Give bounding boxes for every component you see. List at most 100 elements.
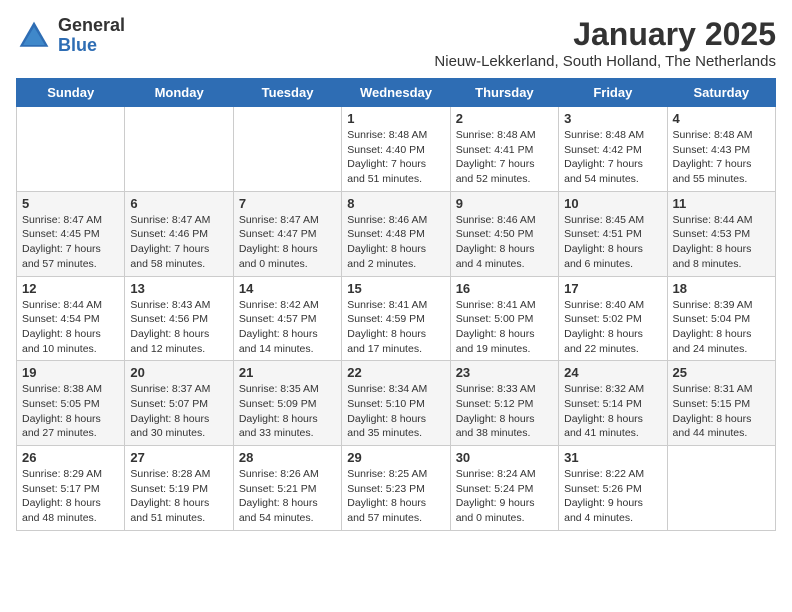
day-cell: 3 Sunrise: 8:48 AM Sunset: 4:42 PM Daylig… <box>559 107 667 192</box>
day-cell: 31 Sunrise: 8:22 AM Sunset: 5:26 PM Dayli… <box>559 446 667 531</box>
day-number: 17 <box>564 281 661 296</box>
day-number: 19 <box>22 365 119 380</box>
day-cell <box>125 107 233 192</box>
day-info: Sunrise: 8:44 AM Sunset: 4:53 PM Dayligh… <box>673 213 770 272</box>
day-info: Sunrise: 8:24 AM Sunset: 5:24 PM Dayligh… <box>456 467 553 526</box>
day-info: Sunrise: 8:47 AM Sunset: 4:45 PM Dayligh… <box>22 213 119 272</box>
day-cell: 21 Sunrise: 8:35 AM Sunset: 5:09 PM Dayli… <box>233 361 341 446</box>
day-info: Sunrise: 8:48 AM Sunset: 4:41 PM Dayligh… <box>456 128 553 187</box>
day-info: Sunrise: 8:45 AM Sunset: 4:51 PM Dayligh… <box>564 213 661 272</box>
day-number: 21 <box>239 365 336 380</box>
day-info: Sunrise: 8:33 AM Sunset: 5:12 PM Dayligh… <box>456 382 553 441</box>
weekday-thursday: Thursday <box>450 79 558 107</box>
day-info: Sunrise: 8:32 AM Sunset: 5:14 PM Dayligh… <box>564 382 661 441</box>
logo-text: General Blue <box>58 16 125 56</box>
day-cell: 22 Sunrise: 8:34 AM Sunset: 5:10 PM Dayli… <box>342 361 450 446</box>
day-number: 20 <box>130 365 227 380</box>
day-info: Sunrise: 8:37 AM Sunset: 5:07 PM Dayligh… <box>130 382 227 441</box>
weekday-wednesday: Wednesday <box>342 79 450 107</box>
day-number: 29 <box>347 450 444 465</box>
day-number: 2 <box>456 111 553 126</box>
day-cell: 25 Sunrise: 8:31 AM Sunset: 5:15 PM Dayli… <box>667 361 775 446</box>
day-number: 26 <box>22 450 119 465</box>
day-number: 25 <box>673 365 770 380</box>
day-number: 28 <box>239 450 336 465</box>
day-cell: 18 Sunrise: 8:39 AM Sunset: 5:04 PM Dayli… <box>667 276 775 361</box>
day-cell: 7Sunrise: 8:47 AM Sunset: 4:47 PM Daylig… <box>233 191 341 276</box>
day-cell: 12Sunrise: 8:44 AM Sunset: 4:54 PM Dayli… <box>17 276 125 361</box>
day-info: Sunrise: 8:41 AM Sunset: 4:59 PM Dayligh… <box>347 298 444 357</box>
day-cell: 6 Sunrise: 8:47 AM Sunset: 4:46 PM Daylig… <box>125 191 233 276</box>
day-number: 30 <box>456 450 553 465</box>
day-cell <box>17 107 125 192</box>
week-row-1: 1Sunrise: 8:48 AM Sunset: 4:40 PM Daylig… <box>17 107 776 192</box>
day-number: 16 <box>456 281 553 296</box>
day-info: Sunrise: 8:46 AM Sunset: 4:48 PM Dayligh… <box>347 213 444 272</box>
day-number: 10 <box>564 196 661 211</box>
day-cell: 13Sunrise: 8:43 AM Sunset: 4:56 PM Dayli… <box>125 276 233 361</box>
day-cell: 28 Sunrise: 8:26 AM Sunset: 5:21 PM Dayli… <box>233 446 341 531</box>
weekday-saturday: Saturday <box>667 79 775 107</box>
day-info: Sunrise: 8:46 AM Sunset: 4:50 PM Dayligh… <box>456 213 553 272</box>
title-block: January 2025 Nieuw-Lekkerland, South Hol… <box>434 16 776 70</box>
day-number: 9 <box>456 196 553 211</box>
day-number: 18 <box>673 281 770 296</box>
weekday-header-row: SundayMondayTuesdayWednesdayThursdayFrid… <box>17 79 776 107</box>
day-number: 3 <box>564 111 661 126</box>
day-info: Sunrise: 8:42 AM Sunset: 4:57 PM Dayligh… <box>239 298 336 357</box>
day-cell: 27Sunrise: 8:28 AM Sunset: 5:19 PM Dayli… <box>125 446 233 531</box>
day-number: 31 <box>564 450 661 465</box>
day-info: Sunrise: 8:39 AM Sunset: 5:04 PM Dayligh… <box>673 298 770 357</box>
day-info: Sunrise: 8:29 AM Sunset: 5:17 PM Dayligh… <box>22 467 119 526</box>
day-info: Sunrise: 8:22 AM Sunset: 5:26 PM Dayligh… <box>564 467 661 526</box>
day-info: Sunrise: 8:41 AM Sunset: 5:00 PM Dayligh… <box>456 298 553 357</box>
week-row-4: 19 Sunrise: 8:38 AM Sunset: 5:05 PM Dayli… <box>17 361 776 446</box>
weekday-sunday: Sunday <box>17 79 125 107</box>
week-row-3: 12Sunrise: 8:44 AM Sunset: 4:54 PM Dayli… <box>17 276 776 361</box>
month-title: January 2025 <box>434 16 776 53</box>
day-cell: 1Sunrise: 8:48 AM Sunset: 4:40 PM Daylig… <box>342 107 450 192</box>
day-info: Sunrise: 8:47 AM Sunset: 4:46 PM Dayligh… <box>130 213 227 272</box>
day-cell: 17Sunrise: 8:40 AM Sunset: 5:02 PM Dayli… <box>559 276 667 361</box>
day-info: Sunrise: 8:48 AM Sunset: 4:43 PM Dayligh… <box>673 128 770 187</box>
logo-general: General <box>58 16 125 36</box>
day-cell: 24Sunrise: 8:32 AM Sunset: 5:14 PM Dayli… <box>559 361 667 446</box>
day-number: 6 <box>130 196 227 211</box>
day-number: 1 <box>347 111 444 126</box>
day-info: Sunrise: 8:44 AM Sunset: 4:54 PM Dayligh… <box>22 298 119 357</box>
day-cell: 15 Sunrise: 8:41 AM Sunset: 4:59 PM Dayli… <box>342 276 450 361</box>
day-cell: 29 Sunrise: 8:25 AM Sunset: 5:23 PM Dayli… <box>342 446 450 531</box>
weekday-tuesday: Tuesday <box>233 79 341 107</box>
day-cell: 14Sunrise: 8:42 AM Sunset: 4:57 PM Dayli… <box>233 276 341 361</box>
day-info: Sunrise: 8:25 AM Sunset: 5:23 PM Dayligh… <box>347 467 444 526</box>
day-cell: 8 Sunrise: 8:46 AM Sunset: 4:48 PM Daylig… <box>342 191 450 276</box>
day-cell: 19 Sunrise: 8:38 AM Sunset: 5:05 PM Dayli… <box>17 361 125 446</box>
week-row-2: 5 Sunrise: 8:47 AM Sunset: 4:45 PM Daylig… <box>17 191 776 276</box>
day-number: 22 <box>347 365 444 380</box>
day-info: Sunrise: 8:38 AM Sunset: 5:05 PM Dayligh… <box>22 382 119 441</box>
day-cell: 20 Sunrise: 8:37 AM Sunset: 5:07 PM Dayli… <box>125 361 233 446</box>
weekday-friday: Friday <box>559 79 667 107</box>
logo-blue: Blue <box>58 36 125 56</box>
location-subtitle: Nieuw-Lekkerland, South Holland, The Net… <box>434 53 776 70</box>
calendar-table: SundayMondayTuesdayWednesdayThursdayFrid… <box>16 78 776 531</box>
day-info: Sunrise: 8:31 AM Sunset: 5:15 PM Dayligh… <box>673 382 770 441</box>
day-number: 11 <box>673 196 770 211</box>
day-info: Sunrise: 8:26 AM Sunset: 5:21 PM Dayligh… <box>239 467 336 526</box>
day-info: Sunrise: 8:48 AM Sunset: 4:42 PM Dayligh… <box>564 128 661 187</box>
day-info: Sunrise: 8:34 AM Sunset: 5:10 PM Dayligh… <box>347 382 444 441</box>
weekday-monday: Monday <box>125 79 233 107</box>
day-number: 8 <box>347 196 444 211</box>
day-number: 27 <box>130 450 227 465</box>
day-cell: 9 Sunrise: 8:46 AM Sunset: 4:50 PM Daylig… <box>450 191 558 276</box>
day-info: Sunrise: 8:35 AM Sunset: 5:09 PM Dayligh… <box>239 382 336 441</box>
page-header: General Blue January 2025 Nieuw-Lekkerla… <box>16 16 776 70</box>
day-cell: 10 Sunrise: 8:45 AM Sunset: 4:51 PM Dayli… <box>559 191 667 276</box>
day-cell: 4 Sunrise: 8:48 AM Sunset: 4:43 PM Daylig… <box>667 107 775 192</box>
day-number: 4 <box>673 111 770 126</box>
week-row-5: 26 Sunrise: 8:29 AM Sunset: 5:17 PM Dayli… <box>17 446 776 531</box>
day-number: 13 <box>130 281 227 296</box>
day-number: 15 <box>347 281 444 296</box>
day-number: 5 <box>22 196 119 211</box>
logo: General Blue <box>16 16 125 56</box>
